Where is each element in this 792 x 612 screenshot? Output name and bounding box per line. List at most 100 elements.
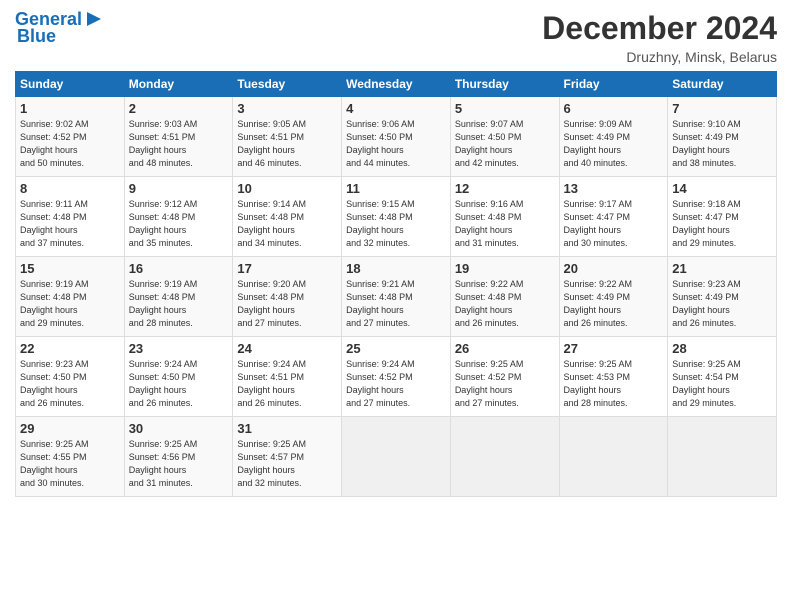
calendar-day-cell: 12 Sunrise: 9:16 AMSunset: 4:48 PMDayligh… xyxy=(450,177,559,257)
calendar-day-cell: 24Sunrise: 9:24 AMSunset: 4:51 PMDayligh… xyxy=(233,337,342,417)
header: General Blue December 2024 Druzhny, Mins… xyxy=(15,10,777,65)
day-number: 1 xyxy=(20,101,120,116)
day-info: Sunrise: 9:24 AMSunset: 4:51 PMDaylight … xyxy=(237,358,337,410)
calendar-day-cell: 3 Sunrise: 9:05 AMSunset: 4:51 PMDaylight… xyxy=(233,97,342,177)
calendar-day-cell: 18 Sunrise: 9:21 AMSunset: 4:48 PMDayligh… xyxy=(342,257,451,337)
calendar-table: SundayMondayTuesdayWednesdayThursdayFrid… xyxy=(15,71,777,497)
calendar-week-row: 22 Sunrise: 9:23 AMSunset: 4:50 PMDayligh… xyxy=(16,337,777,417)
day-number: 16 xyxy=(129,261,229,276)
weekday-header: Tuesday xyxy=(233,72,342,97)
calendar-week-row: 8Sunrise: 9:11 AMSunset: 4:48 PMDaylight… xyxy=(16,177,777,257)
day-number: 8 xyxy=(20,181,120,196)
calendar-day-cell: 7 Sunrise: 9:10 AMSunset: 4:49 PMDaylight… xyxy=(668,97,777,177)
calendar-day-cell: 16 Sunrise: 9:19 AMSunset: 4:48 PMDayligh… xyxy=(124,257,233,337)
day-info: Sunrise: 9:25 AMSunset: 4:54 PMDaylight … xyxy=(672,358,772,410)
day-info: Sunrise: 9:25 AMSunset: 4:57 PMDaylight … xyxy=(237,438,337,490)
calendar-day-cell: 11Sunrise: 9:15 AMSunset: 4:48 PMDayligh… xyxy=(342,177,451,257)
weekday-header-row: SundayMondayTuesdayWednesdayThursdayFrid… xyxy=(16,72,777,97)
day-number: 25 xyxy=(346,341,446,356)
day-info: Sunrise: 9:21 AMSunset: 4:48 PMDaylight … xyxy=(346,278,446,330)
logo: General Blue xyxy=(15,10,105,47)
day-info: Sunrise: 9:24 AMSunset: 4:50 PMDaylight … xyxy=(129,358,229,410)
logo-arrow-icon xyxy=(83,8,105,30)
location: Druzhny, Minsk, Belarus xyxy=(542,49,777,65)
calendar-day-cell: 26Sunrise: 9:25 AMSunset: 4:52 PMDayligh… xyxy=(450,337,559,417)
day-info: Sunrise: 9:09 AMSunset: 4:49 PMDaylight … xyxy=(564,118,664,170)
calendar-day-cell: 27 Sunrise: 9:25 AMSunset: 4:53 PMDayligh… xyxy=(559,337,668,417)
day-info: Sunrise: 9:23 AMSunset: 4:50 PMDaylight … xyxy=(20,358,120,410)
day-info: Sunrise: 9:22 AMSunset: 4:48 PMDaylight … xyxy=(455,278,555,330)
day-number: 21 xyxy=(672,261,772,276)
day-info: Sunrise: 9:14 AMSunset: 4:48 PMDaylight … xyxy=(237,198,337,250)
calendar-day-cell: 1 Sunrise: 9:02 AMSunset: 4:52 PMDaylight… xyxy=(16,97,125,177)
day-number: 13 xyxy=(564,181,664,196)
calendar-day-cell xyxy=(450,417,559,497)
page-container: General Blue December 2024 Druzhny, Mins… xyxy=(0,0,792,507)
calendar-day-cell: 2 Sunrise: 9:03 AMSunset: 4:51 PMDaylight… xyxy=(124,97,233,177)
day-info: Sunrise: 9:15 AMSunset: 4:48 PMDaylight … xyxy=(346,198,446,250)
calendar-day-cell xyxy=(668,417,777,497)
day-number: 29 xyxy=(20,421,120,436)
day-info: Sunrise: 9:24 AMSunset: 4:52 PMDaylight … xyxy=(346,358,446,410)
day-number: 4 xyxy=(346,101,446,116)
calendar-week-row: 29Sunrise: 9:25 AMSunset: 4:55 PMDayligh… xyxy=(16,417,777,497)
day-number: 19 xyxy=(455,261,555,276)
day-info: Sunrise: 9:17 AMSunset: 4:47 PMDaylight … xyxy=(564,198,664,250)
calendar-day-cell: 17 Sunrise: 9:20 AMSunset: 4:48 PMDayligh… xyxy=(233,257,342,337)
calendar-day-cell: 4 Sunrise: 9:06 AMSunset: 4:50 PMDaylight… xyxy=(342,97,451,177)
day-info: Sunrise: 9:05 AMSunset: 4:51 PMDaylight … xyxy=(237,118,337,170)
weekday-header: Saturday xyxy=(668,72,777,97)
day-info: Sunrise: 9:25 AMSunset: 4:56 PMDaylight … xyxy=(129,438,229,490)
weekday-header: Sunday xyxy=(16,72,125,97)
calendar-day-cell: 25 Sunrise: 9:24 AMSunset: 4:52 PMDayligh… xyxy=(342,337,451,417)
calendar-day-cell: 14Sunrise: 9:18 AMSunset: 4:47 PMDayligh… xyxy=(668,177,777,257)
day-number: 2 xyxy=(129,101,229,116)
day-info: Sunrise: 9:22 AMSunset: 4:49 PMDaylight … xyxy=(564,278,664,330)
calendar-day-cell: 19 Sunrise: 9:22 AMSunset: 4:48 PMDayligh… xyxy=(450,257,559,337)
day-info: Sunrise: 9:16 AMSunset: 4:48 PMDaylight … xyxy=(455,198,555,250)
calendar-day-cell: 6 Sunrise: 9:09 AMSunset: 4:49 PMDaylight… xyxy=(559,97,668,177)
calendar-day-cell: 30 Sunrise: 9:25 AMSunset: 4:56 PMDayligh… xyxy=(124,417,233,497)
day-info: Sunrise: 9:03 AMSunset: 4:51 PMDaylight … xyxy=(129,118,229,170)
day-number: 9 xyxy=(129,181,229,196)
calendar-day-cell: 15 Sunrise: 9:19 AMSunset: 4:48 PMDayligh… xyxy=(16,257,125,337)
weekday-header: Wednesday xyxy=(342,72,451,97)
day-number: 22 xyxy=(20,341,120,356)
day-info: Sunrise: 9:25 AMSunset: 4:53 PMDaylight … xyxy=(564,358,664,410)
day-info: Sunrise: 9:20 AMSunset: 4:48 PMDaylight … xyxy=(237,278,337,330)
calendar-day-cell: 13 Sunrise: 9:17 AMSunset: 4:47 PMDayligh… xyxy=(559,177,668,257)
calendar-day-cell: 8Sunrise: 9:11 AMSunset: 4:48 PMDaylight… xyxy=(16,177,125,257)
day-info: Sunrise: 9:06 AMSunset: 4:50 PMDaylight … xyxy=(346,118,446,170)
day-number: 12 xyxy=(455,181,555,196)
day-info: Sunrise: 9:12 AMSunset: 4:48 PMDaylight … xyxy=(129,198,229,250)
day-number: 6 xyxy=(564,101,664,116)
calendar-day-cell: 23Sunrise: 9:24 AMSunset: 4:50 PMDayligh… xyxy=(124,337,233,417)
day-number: 10 xyxy=(237,181,337,196)
calendar-day-cell: 22 Sunrise: 9:23 AMSunset: 4:50 PMDayligh… xyxy=(16,337,125,417)
day-info: Sunrise: 9:19 AMSunset: 4:48 PMDaylight … xyxy=(20,278,120,330)
day-info: Sunrise: 9:02 AMSunset: 4:52 PMDaylight … xyxy=(20,118,120,170)
title-block: December 2024 Druzhny, Minsk, Belarus xyxy=(542,10,777,65)
month-title: December 2024 xyxy=(542,10,777,47)
day-number: 7 xyxy=(672,101,772,116)
day-number: 20 xyxy=(564,261,664,276)
calendar-week-row: 1 Sunrise: 9:02 AMSunset: 4:52 PMDaylight… xyxy=(16,97,777,177)
day-number: 18 xyxy=(346,261,446,276)
calendar-day-cell: 9 Sunrise: 9:12 AMSunset: 4:48 PMDaylight… xyxy=(124,177,233,257)
day-number: 27 xyxy=(564,341,664,356)
calendar-day-cell: 10 Sunrise: 9:14 AMSunset: 4:48 PMDayligh… xyxy=(233,177,342,257)
day-info: Sunrise: 9:10 AMSunset: 4:49 PMDaylight … xyxy=(672,118,772,170)
day-number: 17 xyxy=(237,261,337,276)
calendar-day-cell: 31 Sunrise: 9:25 AMSunset: 4:57 PMDayligh… xyxy=(233,417,342,497)
day-number: 26 xyxy=(455,341,555,356)
day-number: 3 xyxy=(237,101,337,116)
day-number: 30 xyxy=(129,421,229,436)
day-number: 15 xyxy=(20,261,120,276)
day-info: Sunrise: 9:19 AMSunset: 4:48 PMDaylight … xyxy=(129,278,229,330)
day-number: 14 xyxy=(672,181,772,196)
calendar-day-cell: 21 Sunrise: 9:23 AMSunset: 4:49 PMDayligh… xyxy=(668,257,777,337)
calendar-day-cell xyxy=(342,417,451,497)
weekday-header: Friday xyxy=(559,72,668,97)
day-info: Sunrise: 9:23 AMSunset: 4:49 PMDaylight … xyxy=(672,278,772,330)
day-number: 31 xyxy=(237,421,337,436)
